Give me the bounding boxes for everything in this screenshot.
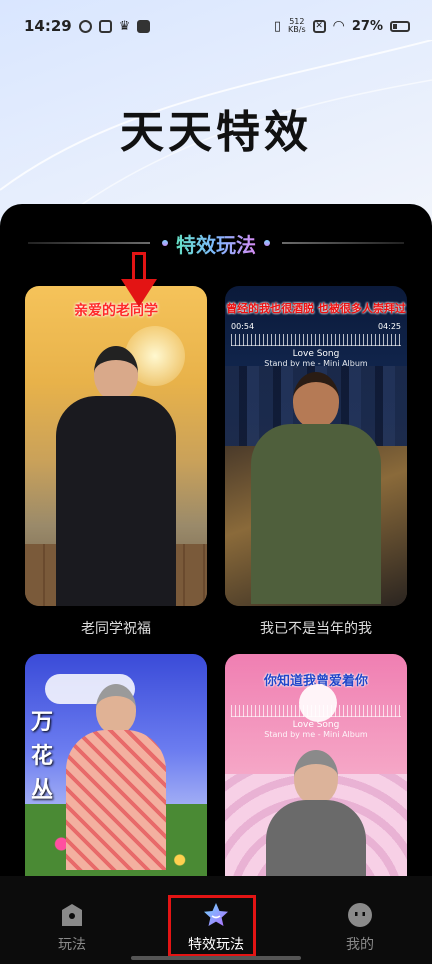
net-speed: 512 KB/s <box>288 18 306 34</box>
status-left: 14:29 ♛ <box>24 17 151 35</box>
status-bar: 14:29 ♛ ▯ 512 KB/s ✕ ◠ 27% <box>0 0 432 52</box>
no-sim-icon: ✕ <box>312 19 326 33</box>
effect-card-caption: 老同学祝福 <box>81 621 151 637</box>
profile-icon <box>348 903 372 927</box>
person-body <box>266 800 366 880</box>
music-title: Love Song <box>292 720 340 730</box>
effect-card-caption: 我已不是当年的我 <box>260 621 372 637</box>
mail-icon <box>137 19 151 33</box>
person-head <box>96 684 136 734</box>
music-subtitle: Stand by me - Mini Album <box>264 730 368 739</box>
person-figure <box>251 372 381 604</box>
dot-right-icon <box>264 240 270 246</box>
effect-card-not-past-me[interactable]: 曾经的我也很酒脱 也被很多人崇拜过 00:54 04:25 Love Song … <box>225 286 407 638</box>
divider-right <box>282 242 404 244</box>
thumbnail-overlay-text: 亲爱的老同学 <box>74 303 158 319</box>
section-title: 特效玩法 <box>176 229 256 258</box>
wifi-icon: ◠ <box>332 18 345 34</box>
divider-left <box>28 242 150 244</box>
tab-profile[interactable]: 我的 <box>310 902 410 954</box>
arrow-shaft <box>132 252 146 282</box>
music-time-start: 00:54 <box>231 322 255 331</box>
effect-thumbnail[interactable]: 万花丛中 <box>25 654 207 896</box>
effects-panel: 特效玩法 亲爱的老同学 老同学祝福 曾经的我也很酒脱 也被很多人崇拜过 00:5… <box>0 204 432 896</box>
person-figure <box>66 684 166 870</box>
arrow-tip <box>121 279 157 307</box>
person-head <box>293 372 339 428</box>
inbox-icon <box>98 19 112 33</box>
person-body <box>251 424 381 604</box>
waveform <box>231 334 401 346</box>
effect-card-classmate[interactable]: 亲爱的老同学 老同学祝福 <box>25 286 207 638</box>
person-figure <box>266 750 366 880</box>
tab-play[interactable]: 玩法 <box>22 902 122 954</box>
dot-left-icon <box>162 240 168 246</box>
tab-label: 我的 <box>346 937 374 953</box>
tab-label: 玩法 <box>58 937 86 953</box>
music-player-overlay: 00:54 04:25 Love Song Stand by me - Mini… <box>225 322 407 368</box>
music-title: Love Song <box>292 349 340 359</box>
music-time-end: 04:25 <box>377 322 401 331</box>
effect-card-loved-you[interactable]: 你知道我曾爱着你 Love Song Stand by me - Mini Al… <box>225 654 407 896</box>
effect-card-flowers[interactable]: 万花丛中 <box>25 654 207 896</box>
person-head <box>294 750 338 804</box>
net-speed-unit: KB/s <box>288 25 306 34</box>
person-body <box>66 730 166 870</box>
music-times: 00:54 04:25 <box>225 322 407 331</box>
vibrate-icon: ▯ <box>273 18 282 34</box>
app-notification-icon <box>78 19 92 33</box>
play-icon <box>62 904 82 926</box>
effect-thumbnail[interactable]: 亲爱的老同学 <box>25 286 207 606</box>
person-figure <box>56 346 176 606</box>
home-indicator[interactable] <box>131 956 301 960</box>
page-title: 天天特效 <box>120 107 312 158</box>
effect-thumbnail[interactable]: 你知道我曾爱着你 Love Song Stand by me - Mini Al… <box>225 654 407 896</box>
effect-thumbnail[interactable]: 曾经的我也很酒脱 也被很多人崇拜过 00:54 04:25 Love Song … <box>225 286 407 606</box>
battery-icon <box>390 20 410 32</box>
active-tab-highlight-box <box>168 895 256 957</box>
annotation-arrow-icon <box>121 252 157 310</box>
section-header: 特效玩法 <box>0 228 432 258</box>
thumbnail-overlay-text: 曾经的我也很酒脱 也被很多人崇拜过 <box>226 302 406 315</box>
status-time: 14:29 <box>24 17 72 35</box>
battery-percent: 27% <box>351 18 383 34</box>
waveform <box>231 705 401 717</box>
music-player-overlay: Love Song Stand by me - Mini Album <box>225 702 407 739</box>
person-head <box>94 346 138 400</box>
person-body <box>56 396 176 606</box>
crown-icon: ♛ <box>118 18 131 34</box>
status-right: ▯ 512 KB/s ✕ ◠ 27% <box>274 18 410 34</box>
